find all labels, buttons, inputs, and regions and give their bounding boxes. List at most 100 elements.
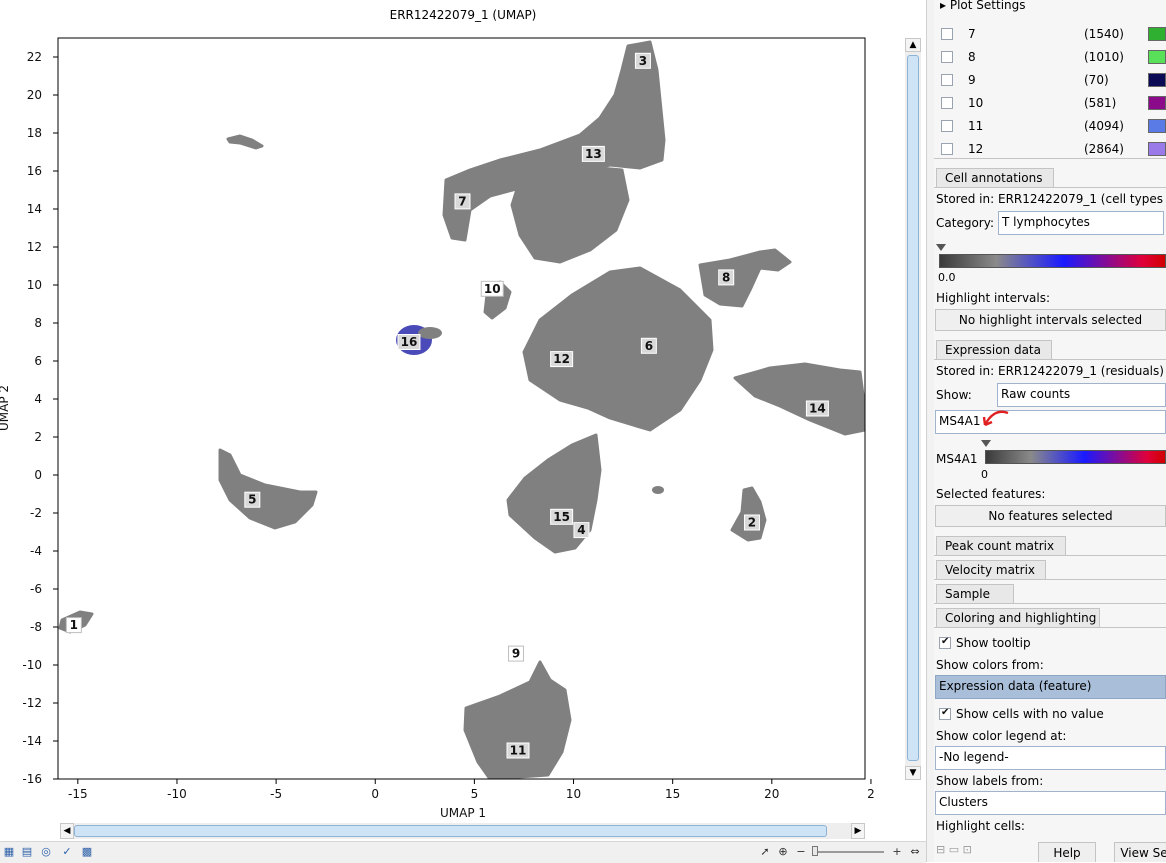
collapse-triangle-icon: ▸	[940, 0, 947, 12]
cluster-label[interactable]: 14	[809, 402, 826, 416]
zoom-tool-icon[interactable]: ⊕	[776, 845, 790, 859]
labels-from-select[interactable]: Clusters	[935, 791, 1166, 815]
cluster-checkbox[interactable]	[941, 28, 953, 40]
cluster-row[interactable]: 11 (4094)	[934, 115, 1166, 138]
tab-expression-data[interactable]: Expression data	[936, 340, 1052, 360]
tab-sample[interactable]: Sample	[936, 584, 1014, 604]
cluster-row[interactable]: 7 (1540)	[934, 23, 1166, 46]
cluster-checkbox[interactable]	[941, 74, 953, 86]
show-select[interactable]: Raw counts	[997, 383, 1166, 407]
tab-cell-annotations[interactable]: Cell annotations	[936, 168, 1054, 188]
vertical-scrollbar[interactable]: ▲ ▼	[905, 38, 921, 780]
cluster-checkbox[interactable]	[941, 120, 953, 132]
expression-stored-in-label: Stored in:	[936, 364, 995, 378]
cluster-row[interactable]: 9 (70)	[934, 69, 1166, 92]
umap-scatter-plot[interactable]: 2220181614121086420-2-4-6-8-10-12-14-16-…	[0, 0, 926, 841]
x-tick-label: 15	[665, 787, 680, 801]
plot-icon[interactable]: ✓	[60, 845, 74, 859]
category-select[interactable]: T lymphocytes	[998, 211, 1164, 235]
cluster-label[interactable]: 5	[248, 493, 256, 507]
vertical-scroll-thumb[interactable]	[907, 55, 919, 761]
highlight-tool-icons[interactable]: ⊟ ▭ ⊡	[936, 843, 972, 856]
cloud-cluster-5	[218, 448, 318, 530]
table-icon[interactable]: ▤	[20, 845, 34, 859]
tab-coloring-highlighting[interactable]: Coloring and highlighting	[936, 608, 1100, 628]
pointer-tool-icon[interactable]: ➚	[758, 845, 772, 859]
cluster-count: (2864)	[1084, 142, 1124, 156]
cluster-checkbox[interactable]	[941, 143, 953, 155]
x-axis-title: UMAP 1	[440, 806, 486, 820]
zoom-slider[interactable]	[812, 851, 884, 853]
plot-area: ERR12422079_1 (UMAP) 22 20 18 16 14 12 10 8 6 4 2 0…	[0, 0, 926, 863]
zoom-slider-knob[interactable]	[812, 846, 818, 856]
feature-gradient-bar	[985, 450, 1166, 464]
view-selected-button[interactable]: View Se	[1114, 842, 1166, 862]
horizontal-scrollbar[interactable]: ◀ ▶	[60, 823, 865, 839]
show-tooltip-checkbox[interactable]	[939, 636, 951, 649]
y-tick-label: 14	[27, 202, 42, 216]
cluster-color-swatch[interactable]	[1148, 96, 1166, 110]
fit-to-window-icon[interactable]: ⇔	[908, 845, 922, 859]
plot-settings-header[interactable]: ▸ Plot Settings	[940, 0, 1026, 12]
gradient-marker-icon[interactable]	[936, 244, 946, 251]
cluster-color-swatch[interactable]	[1148, 142, 1166, 156]
cluster-label[interactable]: 3	[639, 54, 647, 68]
feature-search-input[interactable]: MS4A1	[935, 410, 1166, 434]
cluster-label[interactable]: 16	[401, 335, 418, 349]
cluster-row[interactable]: 8 (1010)	[934, 46, 1166, 69]
cluster-label[interactable]: 13	[585, 147, 602, 161]
show-colors-from-select[interactable]: Expression data (feature)	[935, 675, 1166, 699]
scroll-right-arrow-icon[interactable]: ▶	[851, 823, 865, 839]
x-tick-label: 2	[867, 787, 875, 801]
cluster-label[interactable]: 15	[553, 510, 570, 524]
scatter-points	[58, 40, 865, 779]
cluster-label[interactable]: 10	[484, 282, 501, 296]
highlight-intervals-button[interactable]: No highlight intervals selected	[935, 309, 1166, 331]
selected-features-label: Selected features:	[936, 487, 1046, 501]
target-icon[interactable]: ◎	[39, 845, 53, 859]
y-tick-label: 18	[27, 126, 42, 140]
color-legend-select[interactable]: -No legend-	[935, 746, 1166, 770]
cloud-cluster-16-grey	[418, 327, 442, 339]
cluster-label[interactable]: 4	[577, 523, 585, 537]
cluster-color-swatch[interactable]	[1148, 27, 1166, 41]
cell-view-icon[interactable]: ▦	[2, 845, 16, 859]
scroll-down-arrow-icon[interactable]: ▼	[905, 766, 921, 780]
cluster-label[interactable]: 6	[645, 339, 653, 353]
cluster-label[interactable]: 2	[748, 516, 756, 530]
plot-frame	[57, 37, 866, 780]
cluster-label[interactable]: 8	[722, 270, 730, 284]
show-cells-no-value-label: Show cells with no value	[956, 707, 1104, 721]
tab-velocity-matrix[interactable]: Velocity matrix	[936, 560, 1046, 580]
bar-chart-icon[interactable]: ▩	[80, 845, 94, 859]
stored-in-value: ERR12422079_1 (cell types an	[998, 192, 1166, 206]
feature-gradient-marker-icon[interactable]	[981, 440, 991, 447]
y-tick-label: -14	[22, 734, 42, 748]
cluster-label[interactable]: 1	[70, 618, 78, 632]
cloud-small-streak	[226, 134, 264, 150]
cluster-label[interactable]: 9	[512, 647, 520, 661]
cluster-label[interactable]: 12	[553, 352, 570, 366]
cluster-label[interactable]: 7	[458, 194, 466, 208]
cluster-checkbox[interactable]	[941, 97, 953, 109]
cluster-name: 7	[968, 27, 976, 41]
show-cells-no-value-checkbox[interactable]	[939, 707, 951, 720]
x-tick-label: -10	[167, 787, 187, 801]
cluster-color-swatch[interactable]	[1148, 119, 1166, 133]
labels-from-label: Show labels from:	[936, 774, 1044, 788]
zoom-in-icon[interactable]: +	[890, 845, 904, 859]
tab-peak-count-matrix[interactable]: Peak count matrix	[936, 536, 1066, 556]
y-tick-label: -12	[22, 696, 42, 710]
scroll-up-arrow-icon[interactable]: ▲	[905, 38, 921, 52]
cluster-label[interactable]: 11	[510, 744, 527, 758]
cluster-color-swatch[interactable]	[1148, 50, 1166, 64]
cluster-checkbox[interactable]	[941, 51, 953, 63]
cluster-row[interactable]: 10 (581)	[934, 92, 1166, 115]
horizontal-scroll-thumb[interactable]	[74, 825, 827, 837]
help-button[interactable]: Help	[1038, 842, 1096, 862]
cluster-color-swatch[interactable]	[1148, 73, 1166, 87]
selected-features-button[interactable]: No features selected	[935, 505, 1166, 527]
scroll-left-arrow-icon[interactable]: ◀	[60, 823, 74, 839]
zoom-out-icon[interactable]: −	[794, 845, 808, 859]
category-label: Category:	[936, 216, 994, 230]
